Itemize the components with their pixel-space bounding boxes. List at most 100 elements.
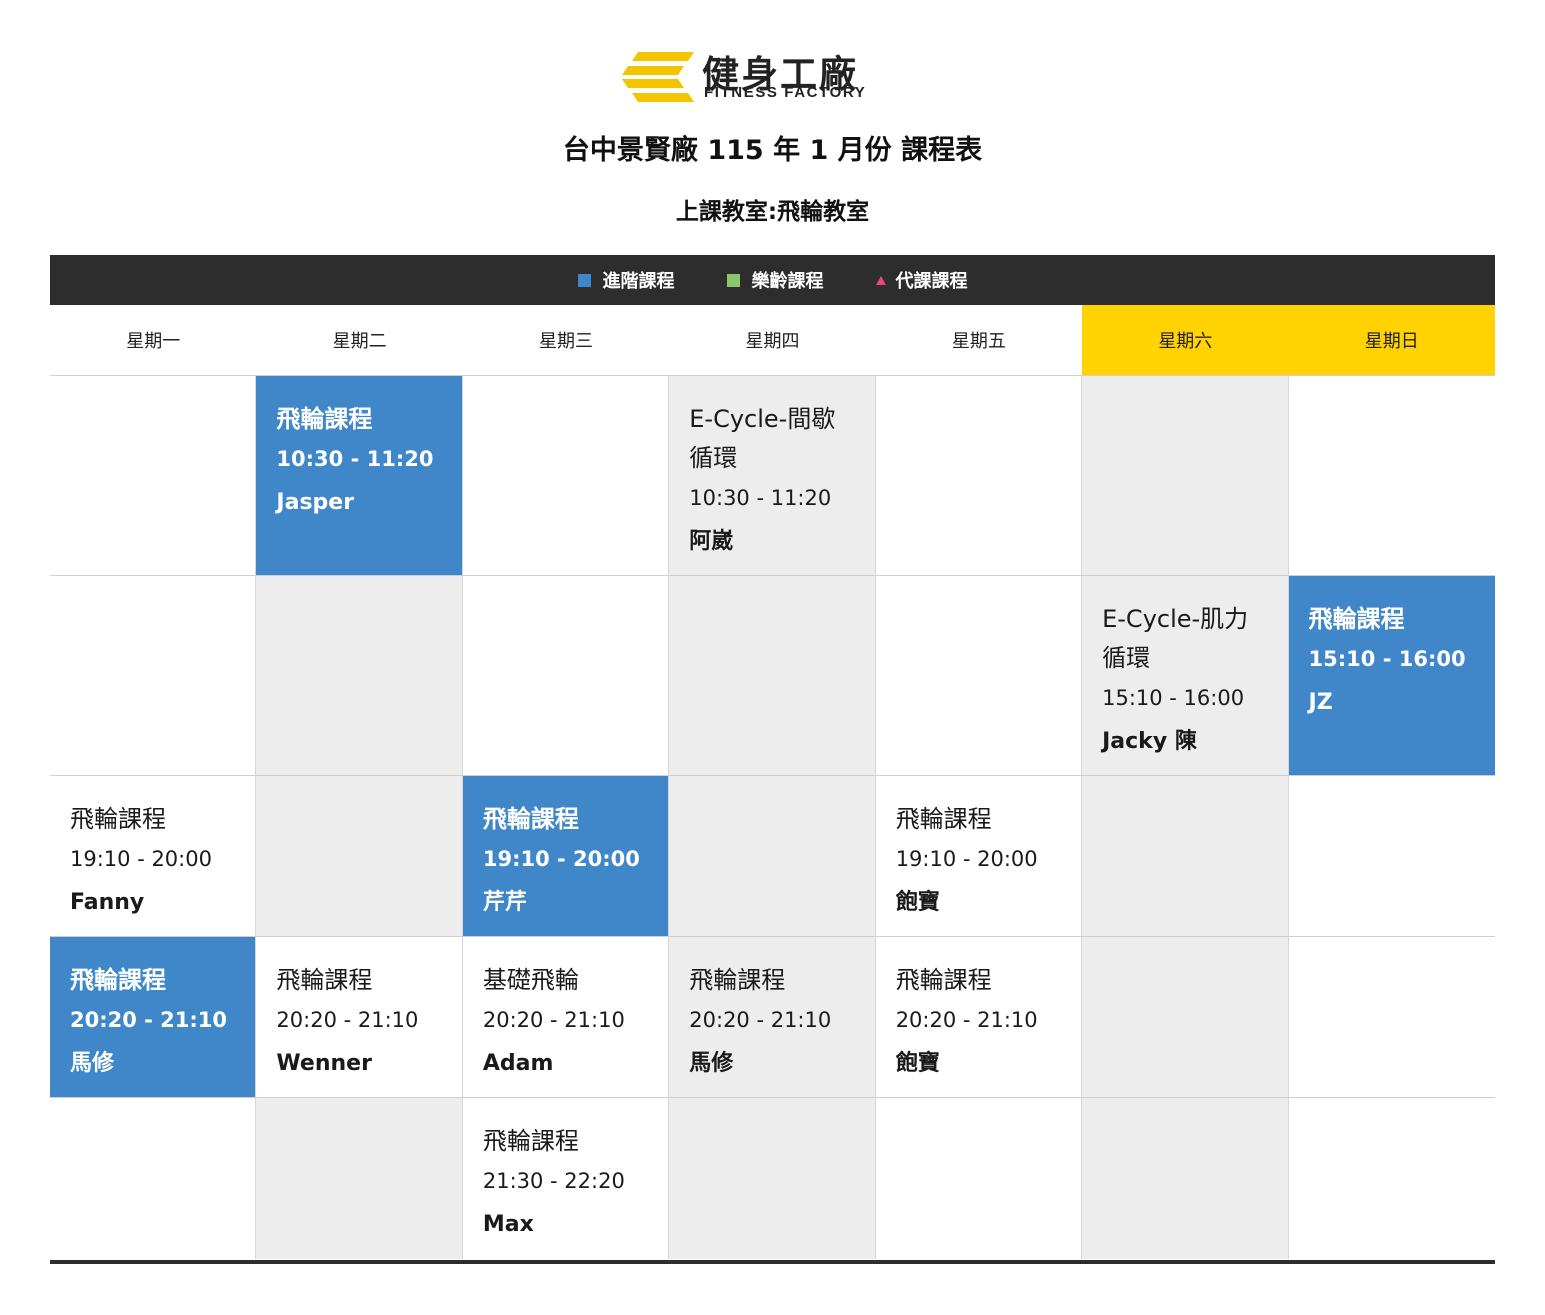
green-square-icon	[726, 273, 740, 287]
class-name: 飛輪課程	[1308, 605, 1405, 633]
fitness-factory-logo-icon	[622, 52, 694, 102]
schedule-cell[interactable]: 基礎飛輪 20:20 - 21:10 Adam	[462, 937, 670, 1097]
schedule-cell[interactable]: 飛輪課程 19:10 - 20:00 芹芹	[462, 776, 670, 936]
schedule-cell	[669, 1098, 876, 1259]
day-header-sat: 星期六	[1082, 305, 1289, 375]
class-time: 20:20 - 21:10	[70, 1008, 228, 1032]
legend-senior: 樂齡課程	[726, 267, 824, 293]
schedule-cell	[669, 776, 876, 936]
class-time: 10:30 - 11:20	[689, 486, 832, 510]
class-instructor: 阿崴	[689, 529, 734, 554]
class-time: 20:20 - 21:10	[482, 1008, 625, 1032]
day-header-tue: 星期二	[332, 331, 387, 352]
class-name: 飛輪課程	[895, 805, 992, 833]
class-instructor: Adam	[482, 1051, 554, 1076]
class-name: 飛輪課程	[70, 966, 166, 994]
class-instructor: 芹芹	[482, 890, 527, 915]
schedule-cell[interactable]: 飛輪課程 15:10 - 16:00 JZ	[1288, 576, 1495, 775]
schedule-cell[interactable]: 飛輪課程 19:10 - 20:00 飽寶	[875, 776, 1083, 936]
schedule-cell[interactable]: 飛輪課程 20:20 - 21:10 Wenner	[256, 937, 463, 1097]
day-header-fri: 星期五	[951, 331, 1006, 352]
schedule-cell	[1288, 376, 1495, 575]
class-time: 19:10 - 20:00	[70, 847, 212, 871]
schedule-cell[interactable]: 飛輪課程 20:20 - 21:10 馬修	[50, 937, 257, 1097]
blue-square-icon	[577, 273, 591, 287]
class-name: 飛輪課程	[482, 1127, 579, 1155]
class-time: 20:20 - 21:10	[276, 1008, 419, 1032]
schedule-cell[interactable]: 飛輪課程 21:30 - 22:20 Max	[462, 1098, 670, 1259]
class-time: 20:20 - 21:10	[895, 1008, 1038, 1032]
legend-bar: 進階課程 樂齡課程 代課課程	[50, 255, 1495, 305]
schedule-cell	[1288, 1098, 1495, 1259]
page-title: 台中景賢廠 115 年 1 月份 課程表	[562, 135, 983, 166]
schedule-cell[interactable]: 飛輪課程 20:20 - 21:10 馬修	[669, 937, 876, 1097]
brand-name-en: FITNESS FACTORY	[704, 84, 867, 101]
class-instructor: JZ	[1308, 690, 1333, 715]
schedule-cell	[462, 576, 670, 775]
class-instructor: 馬修	[70, 1051, 115, 1076]
pink-triangle-icon	[875, 275, 886, 285]
schedule-cell[interactable]: E-Cycle-肌力循環 15:10 - 16:00 Jacky 陳	[1082, 576, 1289, 775]
class-time: 15:10 - 16:00	[1102, 686, 1245, 710]
schedule-cell	[875, 1098, 1083, 1259]
class-instructor: Jacky 陳	[1102, 729, 1197, 754]
class-time: 19:10 - 20:00	[482, 847, 640, 871]
schedule-cell[interactable]: 飛輪課程 20:20 - 21:10 飽寶	[875, 937, 1083, 1097]
class-name: 飛輪課程	[70, 805, 166, 833]
class-name: 飛輪課程	[689, 966, 786, 994]
brand-logo: 健身工廠 FITNESS FACTORY	[622, 48, 932, 104]
day-header-mon: 星期一	[126, 331, 181, 352]
legend-label: 代課課程	[895, 271, 968, 292]
class-time: 10:30 - 11:20	[276, 447, 434, 471]
schedule-cell	[1082, 937, 1289, 1097]
schedule-cell	[256, 576, 463, 775]
class-instructor: Max	[482, 1212, 534, 1237]
room-label: 上課教室:飛輪教室	[675, 199, 870, 225]
schedule-cell	[875, 576, 1083, 775]
class-instructor: Wenner	[276, 1051, 372, 1076]
schedule-cell	[256, 776, 463, 936]
schedule-cell[interactable]: E-Cycle-間歇循環 10:30 - 11:20 阿崴	[669, 376, 876, 575]
class-name: 飛輪課程	[895, 966, 992, 994]
class-name: 飛輪課程	[482, 805, 579, 833]
class-name: 飛輪課程	[276, 966, 373, 994]
schedule-cell	[256, 1098, 463, 1259]
day-header-row: 星期一 星期二 星期三 星期四 星期五 星期六 星期日	[50, 305, 1495, 376]
class-name: 飛輪課程	[276, 405, 373, 433]
class-time: 21:30 - 22:20	[482, 1169, 625, 1193]
legend-substitute: 代課課程	[875, 267, 968, 293]
schedule-cell	[50, 1098, 257, 1259]
schedule-row: 飛輪課程 20:20 - 21:10 馬修 飛輪課程 20:20 - 21:10…	[50, 937, 1495, 1098]
schedule-cell	[1082, 776, 1289, 936]
legend-advanced: 進階課程	[577, 267, 675, 293]
schedule-cell	[1082, 376, 1289, 575]
schedule-cell	[50, 376, 257, 575]
table-bottom-border	[50, 1260, 1495, 1264]
legend-label: 樂齡課程	[751, 271, 824, 292]
class-time: 15:10 - 16:00	[1308, 647, 1466, 671]
schedule-cell	[1082, 1098, 1289, 1259]
class-time: 19:10 - 20:00	[895, 847, 1038, 871]
schedule-table: 星期一 星期二 星期三 星期四 星期五 星期六 星期日 飛輪課程 10:30 -…	[50, 305, 1495, 1259]
schedule-cell	[1288, 937, 1495, 1097]
schedule-cell[interactable]: 飛輪課程 10:30 - 11:20 Jasper	[256, 376, 463, 575]
day-header-wed: 星期三	[539, 331, 594, 352]
schedule-cell	[462, 376, 670, 575]
schedule-cell[interactable]: 飛輪課程 19:10 - 20:00 Fanny	[50, 776, 257, 936]
schedule-cell	[875, 376, 1083, 575]
class-time: 20:20 - 21:10	[689, 1008, 832, 1032]
class-instructor: 飽寶	[895, 890, 940, 915]
schedule-row: 飛輪課程 10:30 - 11:20 Jasper E-Cycle-間歇循環 1…	[50, 376, 1495, 576]
class-name: 基礎飛輪	[482, 966, 579, 994]
schedule-cell	[1288, 776, 1495, 936]
class-instructor: Jasper	[276, 490, 355, 515]
class-name: E-Cycle-間歇循環	[689, 405, 836, 472]
class-instructor: Fanny	[70, 890, 145, 915]
schedule-row: 飛輪課程 21:30 - 22:20 Max	[50, 1098, 1495, 1259]
class-instructor: 飽寶	[895, 1051, 940, 1076]
schedule-row: E-Cycle-肌力循環 15:10 - 16:00 Jacky 陳 飛輪課程 …	[50, 576, 1495, 776]
schedule-row: 飛輪課程 19:10 - 20:00 Fanny 飛輪課程 19:10 - 20…	[50, 776, 1495, 937]
class-name: E-Cycle-肌力循環	[1102, 605, 1249, 672]
legend-label: 進階課程	[602, 271, 675, 292]
day-header-sun: 星期日	[1288, 305, 1495, 375]
